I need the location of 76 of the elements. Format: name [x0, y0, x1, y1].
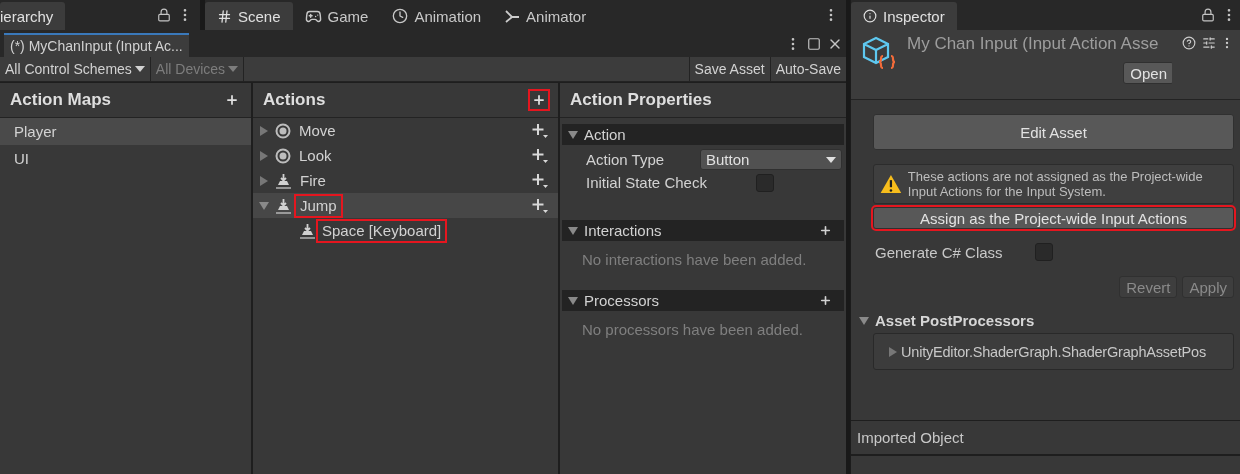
hierarchy-tab[interactable]: ierarchy: [0, 2, 66, 30]
empty-message: No processors have been added.: [581, 320, 804, 340]
section-header[interactable]: Interactions: [562, 220, 844, 241]
add-dropdown-icon[interactable]: [532, 197, 548, 214]
caret-icon: [228, 66, 239, 72]
action-label: Fire: [299, 170, 327, 191]
inspector-tab[interactable]: Inspector: [851, 2, 957, 30]
field-label: Action Type: [586, 151, 666, 168]
foldout-icon[interactable]: [259, 125, 269, 136]
foldout-icon[interactable]: [568, 225, 578, 236]
grid-icon: [217, 8, 232, 24]
action-label: Jump: [294, 193, 343, 218]
view-tab[interactable]: Animation: [380, 2, 494, 30]
clock-icon: [392, 8, 409, 24]
plus-icon: [532, 93, 546, 107]
action-row[interactable]: Fire: [253, 168, 558, 193]
lock-icon[interactable]: [1201, 8, 1215, 22]
action-row[interactable]: Jump: [253, 193, 558, 218]
maximize-icon[interactable]: [807, 36, 821, 51]
add-icon[interactable]: [819, 224, 832, 237]
action-label: Move: [298, 120, 337, 141]
action-label: Look: [298, 145, 333, 166]
add-dropdown-icon[interactable]: [532, 172, 548, 189]
column-title: Action Properties: [570, 90, 712, 110]
press-icon: [275, 197, 292, 214]
warning-text: These actions are not assigned as the Project-wide Input Actions for the Input System.: [907, 169, 1204, 199]
sliders-icon[interactable]: [1202, 36, 1216, 50]
field-label: Initial State Check: [586, 174, 708, 191]
section-header[interactable]: Processors: [562, 290, 844, 311]
add-dropdown-icon[interactable]: [532, 147, 548, 164]
binding-label[interactable]: Space [Keyboard]: [316, 218, 448, 243]
add-icon[interactable]: [819, 294, 832, 307]
foldout-icon[interactable]: [259, 200, 269, 211]
view-tab[interactable]: Game: [292, 2, 381, 30]
foldout-icon[interactable]: [568, 295, 578, 306]
action-type-dropdown[interactable]: Button: [700, 149, 842, 170]
foldout-icon[interactable]: [568, 129, 578, 140]
action-map-row[interactable]: UI: [0, 145, 251, 172]
branch-icon: [505, 8, 521, 24]
column-title: Action Maps: [10, 90, 112, 110]
foldout-icon[interactable]: [259, 175, 269, 186]
ring-icon: [275, 122, 291, 139]
press-icon: [275, 172, 292, 189]
foldout-icon[interactable]: [259, 150, 269, 161]
editor-tab[interactable]: (*) MyChanInput (Input Ac...: [4, 33, 189, 57]
action-row[interactable]: Move: [253, 118, 558, 143]
view-tab[interactable]: Animator: [493, 2, 599, 30]
action-row[interactable]: Look: [253, 143, 558, 168]
view-tab[interactable]: Scene: [205, 2, 293, 30]
edit-asset-button[interactable]: Edit Asset: [873, 114, 1234, 150]
add-dropdown-icon[interactable]: [532, 122, 548, 139]
caret-icon: [134, 66, 145, 72]
asset-name: My Chan Input (Input Action Asse: [907, 34, 1160, 54]
caret-icon: [826, 156, 836, 163]
open-button[interactable]: Open: [1123, 62, 1172, 84]
add-button[interactable]: [528, 89, 550, 111]
control-scheme-dropdown[interactable]: All Control Schemes: [0, 57, 151, 81]
assign-button[interactable]: Assign as the Project-wide Input Actions: [873, 207, 1234, 229]
field-label: Generate C# Class: [875, 243, 1004, 261]
section-title: Asset PostProcessors: [875, 312, 1035, 329]
help-icon[interactable]: [1182, 36, 1196, 50]
imported-object-label: Imported Object: [857, 429, 964, 446]
info-icon: [863, 9, 877, 23]
action-map-row[interactable]: Player: [0, 118, 251, 145]
empty-message: No interactions have been added.: [581, 250, 808, 270]
lock-icon[interactable]: [157, 8, 171, 22]
section-header[interactable]: Action: [562, 124, 844, 145]
foldout-icon[interactable]: [888, 346, 898, 357]
column-title: Actions: [263, 90, 326, 110]
checkbox[interactable]: [1035, 243, 1053, 261]
press-icon: [299, 222, 316, 239]
foldout-icon[interactable]: [859, 315, 869, 326]
postprocessor-name[interactable]: UnityEditor.ShaderGraph.ShaderGraphAssetPos: [901, 343, 1206, 360]
ring-icon: [275, 147, 291, 164]
checkbox[interactable]: [756, 173, 774, 192]
plus-icon: [225, 93, 239, 107]
